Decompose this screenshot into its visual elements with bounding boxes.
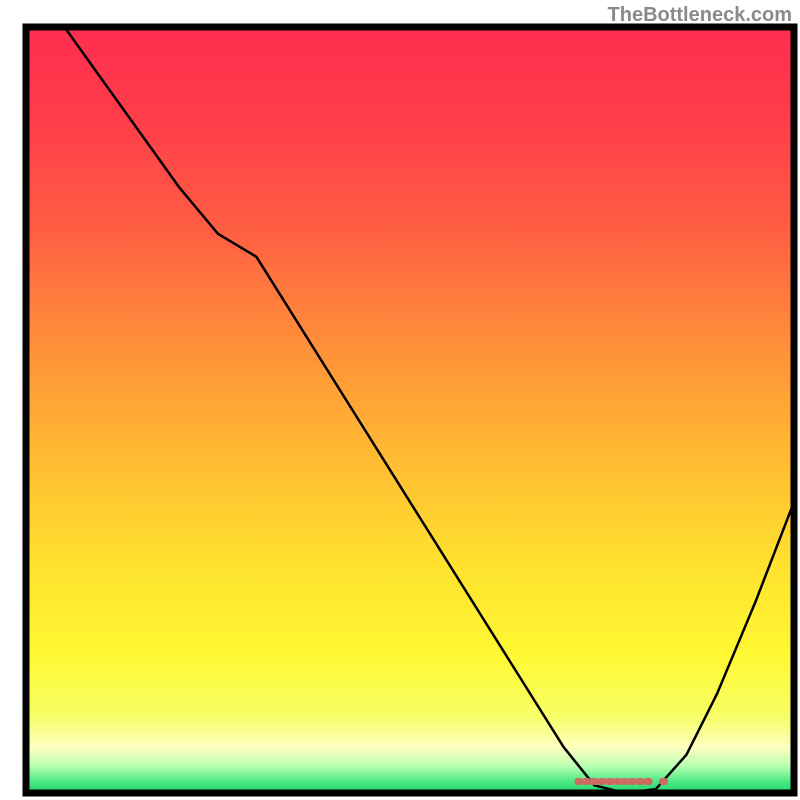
chart-container: TheBottleneck.com xyxy=(0,0,800,800)
gradient-background xyxy=(26,27,794,793)
bottleneck-chart xyxy=(0,0,800,800)
attribution-text: TheBottleneck.com xyxy=(608,4,792,27)
